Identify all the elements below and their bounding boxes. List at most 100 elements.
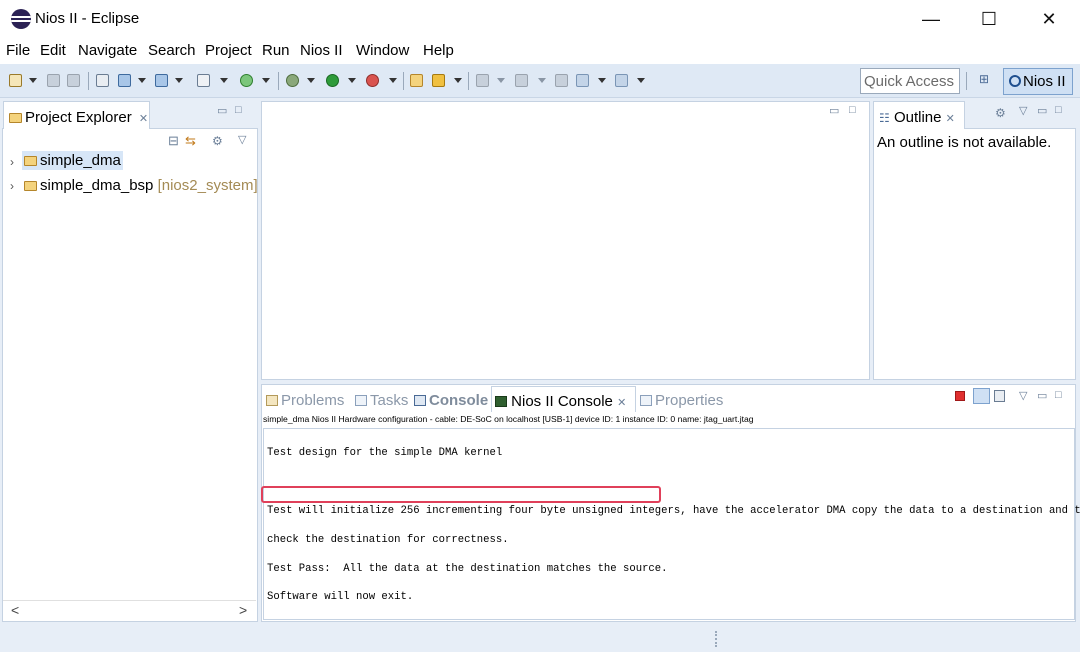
quick-access-input[interactable]: Quick Access [860, 68, 960, 94]
tree-item-simple-dma[interactable]: simple_dma [22, 151, 123, 170]
build-icon[interactable] [96, 74, 109, 87]
save-all-icon [67, 74, 80, 87]
tab-nios-ii-console[interactable]: Nios II Console ✕ [491, 386, 636, 412]
view-menu-icon[interactable]: ▽ [1019, 389, 1027, 402]
menu-navigate[interactable]: Navigate [78, 42, 137, 59]
collapse-all-icon[interactable]: ⊟ [168, 133, 179, 149]
new-class-dropdown-icon[interactable] [138, 78, 146, 83]
console-line: Test design for the simple DMA kernel [267, 447, 503, 460]
properties-icon [640, 395, 652, 406]
new-source-folder-icon[interactable] [155, 74, 168, 87]
debug-dropdown-icon[interactable] [307, 78, 315, 83]
maximize-icon[interactable]: □ [235, 104, 242, 116]
external-tools-icon[interactable] [366, 74, 379, 87]
folder-icon [24, 156, 37, 166]
toolbar-separator [468, 72, 469, 90]
run-icon[interactable] [326, 74, 339, 87]
toolbar-separator [966, 72, 967, 90]
link-editor-icon[interactable]: ⇆ [185, 133, 196, 149]
close-tab-icon[interactable]: ✕ [617, 397, 626, 409]
refresh-icon[interactable] [240, 74, 253, 87]
source-dropdown-icon[interactable] [175, 78, 183, 83]
menu-edit[interactable]: Edit [40, 42, 66, 59]
tab-project-explorer[interactable]: Project Explorer ✕ [3, 101, 150, 129]
clear-console-icon[interactable] [994, 390, 1005, 402]
maximize-icon[interactable]: □ [1055, 104, 1062, 116]
forward-icon[interactable] [615, 74, 628, 87]
new-class-icon[interactable] [118, 74, 131, 87]
tab-outline[interactable]: ☷ Outline ✕ [873, 101, 965, 129]
expand-icon[interactable]: › [10, 155, 14, 169]
scroll-lock-icon[interactable] [973, 388, 990, 404]
menu-file[interactable]: File [6, 42, 30, 59]
toolbar-separator [278, 72, 279, 90]
menu-project[interactable]: Project [205, 42, 252, 59]
new-dropdown-icon[interactable] [29, 78, 37, 83]
menu-window[interactable]: Window [356, 42, 409, 59]
tab-tasks[interactable]: Tasks [355, 392, 408, 409]
tab-properties[interactable]: Properties [640, 392, 723, 409]
menu-nios-ii[interactable]: Nios II [300, 42, 343, 59]
menu-help[interactable]: Help [423, 42, 454, 59]
terminate-icon[interactable] [955, 391, 965, 401]
expand-icon[interactable]: › [10, 179, 14, 193]
tab-console[interactable]: Console [414, 392, 488, 409]
maximize-button[interactable]: ☐ [966, 2, 1012, 36]
tree-item-simple-dma-bsp[interactable]: simple_dma_bsp [nios2_system] [22, 176, 260, 195]
save-icon [47, 74, 60, 87]
menu-search[interactable]: Search [148, 42, 196, 59]
minimize-icon[interactable]: ▭ [217, 104, 227, 117]
console-line: Software will now exit. [267, 591, 414, 604]
horizontal-scrollbar[interactable]: < > [3, 600, 256, 620]
nios-console-icon [495, 396, 507, 407]
outline-icon: ☷ [879, 111, 890, 125]
open-task-icon[interactable] [432, 74, 445, 87]
tab-problems[interactable]: Problems [266, 392, 344, 409]
console-text: Test design for the simple DMA kernel Te… [267, 432, 1080, 619]
view-filter-icon[interactable]: ⚙ [212, 134, 223, 148]
project-explorer-panel [2, 128, 258, 622]
prev-annotation-icon [515, 74, 528, 87]
view-filter-icon[interactable]: ⚙ [995, 106, 1006, 120]
minimize-icon[interactable]: ▭ [1037, 104, 1047, 117]
task-dropdown-icon[interactable] [454, 78, 462, 83]
maximize-icon[interactable]: □ [849, 104, 856, 116]
forward-dropdown-icon[interactable] [637, 78, 645, 83]
next-annotation-icon [476, 74, 489, 87]
back-dropdown-icon[interactable] [598, 78, 606, 83]
close-tab-icon[interactable]: ✕ [139, 113, 148, 125]
run-dropdown-icon[interactable] [348, 78, 356, 83]
open-perspective-icon[interactable]: ⊞ [975, 72, 993, 90]
external-tools-dropdown-icon[interactable] [389, 78, 397, 83]
minimize-button[interactable]: — [908, 2, 954, 36]
maximize-icon[interactable]: □ [1055, 389, 1062, 401]
tab-label: Tasks [370, 392, 409, 409]
open-folder-icon[interactable] [410, 74, 423, 87]
refresh-dropdown-icon[interactable] [262, 78, 270, 83]
minimize-icon[interactable]: ▭ [1037, 389, 1047, 402]
menu-bar: File Edit Navigate Search Project Run Ni… [0, 38, 1080, 64]
new-file-icon[interactable] [197, 74, 210, 87]
view-menu-icon[interactable]: ▽ [1019, 104, 1027, 117]
debug-icon[interactable] [286, 74, 299, 87]
back-icon[interactable] [576, 74, 589, 87]
minimize-icon[interactable]: ▭ [829, 104, 839, 117]
title-bar: Nios II - Eclipse — ☐ ✕ [0, 0, 1080, 38]
tab-label: Nios II Console [511, 393, 613, 410]
perspective-nios-ii[interactable]: Nios II [1003, 68, 1073, 95]
last-edit-icon [555, 74, 568, 87]
scroll-right-button[interactable]: > [239, 602, 247, 618]
new-icon[interactable] [9, 74, 22, 87]
scroll-left-button[interactable]: < [11, 602, 19, 618]
status-separator [715, 631, 717, 647]
file-dropdown-icon[interactable] [220, 78, 228, 83]
close-tab-icon[interactable]: ✕ [946, 113, 955, 125]
menu-run[interactable]: Run [262, 42, 290, 59]
tab-label: Console [429, 392, 489, 409]
perspective-icon [1009, 75, 1021, 87]
toolbar-separator [403, 72, 404, 90]
tasks-icon [355, 395, 367, 406]
view-menu-icon[interactable]: ▽ [238, 133, 246, 146]
close-button[interactable]: ✕ [1026, 2, 1072, 36]
console-icon [414, 395, 426, 406]
